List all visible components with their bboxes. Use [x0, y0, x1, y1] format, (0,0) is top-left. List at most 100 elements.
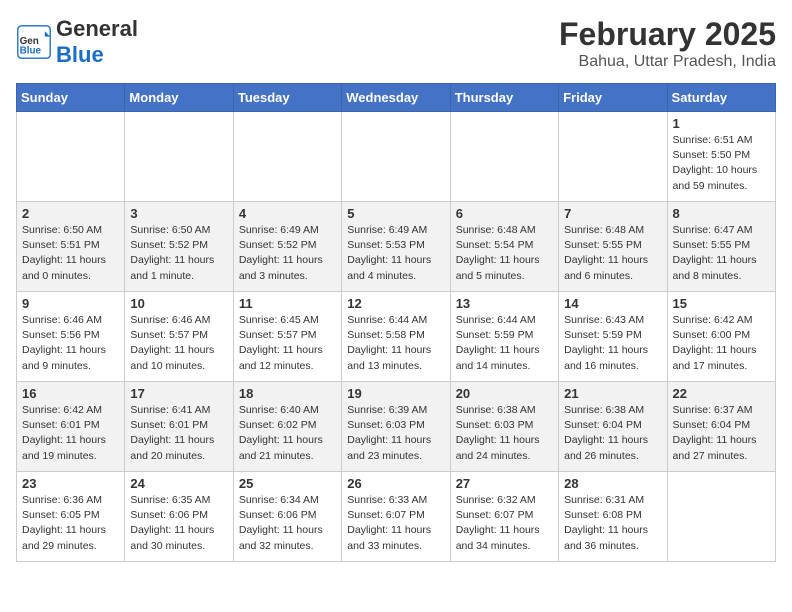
- day-number: 6: [456, 206, 553, 221]
- day-number: 16: [22, 386, 119, 401]
- day-info: Sunrise: 6:32 AM Sunset: 6:07 PM Dayligh…: [456, 493, 553, 554]
- day-cell: [450, 112, 558, 202]
- day-info: Sunrise: 6:35 AM Sunset: 6:06 PM Dayligh…: [130, 493, 227, 554]
- day-number: 19: [347, 386, 444, 401]
- day-cell: 19 Sunrise: 6:39 AM Sunset: 6:03 PM Dayli…: [342, 382, 450, 472]
- day-info: Sunrise: 6:34 AM Sunset: 6:06 PM Dayligh…: [239, 493, 336, 554]
- day-cell: [125, 112, 233, 202]
- month-year: February 2025: [559, 16, 776, 53]
- day-info: Sunrise: 6:36 AM Sunset: 6:05 PM Dayligh…: [22, 493, 119, 554]
- day-number: 21: [564, 386, 661, 401]
- logo: Gen Blue General Blue: [16, 16, 138, 68]
- day-info: Sunrise: 6:48 AM Sunset: 5:55 PM Dayligh…: [564, 223, 661, 284]
- header-row: SundayMondayTuesdayWednesdayThursdayFrid…: [17, 84, 776, 112]
- day-info: Sunrise: 6:44 AM Sunset: 5:59 PM Dayligh…: [456, 313, 553, 374]
- header-thursday: Thursday: [450, 84, 558, 112]
- day-number: 3: [130, 206, 227, 221]
- day-info: Sunrise: 6:43 AM Sunset: 5:59 PM Dayligh…: [564, 313, 661, 374]
- day-cell: [342, 112, 450, 202]
- day-info: Sunrise: 6:44 AM Sunset: 5:58 PM Dayligh…: [347, 313, 444, 374]
- day-cell: 13 Sunrise: 6:44 AM Sunset: 5:59 PM Dayli…: [450, 292, 558, 382]
- day-info: Sunrise: 6:51 AM Sunset: 5:50 PM Dayligh…: [673, 133, 770, 194]
- day-cell: 25 Sunrise: 6:34 AM Sunset: 6:06 PM Dayli…: [233, 472, 341, 562]
- day-info: Sunrise: 6:49 AM Sunset: 5:52 PM Dayligh…: [239, 223, 336, 284]
- calendar-table: SundayMondayTuesdayWednesdayThursdayFrid…: [16, 83, 776, 562]
- day-cell: 3 Sunrise: 6:50 AM Sunset: 5:52 PM Daylig…: [125, 202, 233, 292]
- day-cell: 5 Sunrise: 6:49 AM Sunset: 5:53 PM Daylig…: [342, 202, 450, 292]
- day-number: 18: [239, 386, 336, 401]
- title-area: February 2025 Bahua, Uttar Pradesh, Indi…: [559, 16, 776, 71]
- day-info: Sunrise: 6:47 AM Sunset: 5:55 PM Dayligh…: [673, 223, 770, 284]
- day-cell: 14 Sunrise: 6:43 AM Sunset: 5:59 PM Dayli…: [559, 292, 667, 382]
- day-cell: [559, 112, 667, 202]
- header-saturday: Saturday: [667, 84, 775, 112]
- header-monday: Monday: [125, 84, 233, 112]
- day-cell: 21Sunrise: 6:38 AM Sunset: 6:04 PM Dayli…: [559, 382, 667, 472]
- header-wednesday: Wednesday: [342, 84, 450, 112]
- generalblue-icon: Gen Blue: [16, 24, 52, 60]
- day-info: Sunrise: 6:50 AM Sunset: 5:52 PM Dayligh…: [130, 223, 227, 284]
- day-cell: 9 Sunrise: 6:46 AM Sunset: 5:56 PM Daylig…: [17, 292, 125, 382]
- day-cell: [233, 112, 341, 202]
- header: Gen Blue General Blue February 2025 Bahu…: [16, 16, 776, 71]
- day-number: 15: [673, 296, 770, 311]
- day-cell: 23 Sunrise: 6:36 AM Sunset: 6:05 PM Dayli…: [17, 472, 125, 562]
- logo-blue-text: Blue: [56, 42, 104, 67]
- day-cell: 27Sunrise: 6:32 AM Sunset: 6:07 PM Dayli…: [450, 472, 558, 562]
- day-cell: 4 Sunrise: 6:49 AM Sunset: 5:52 PM Daylig…: [233, 202, 341, 292]
- week-row-2: 9 Sunrise: 6:46 AM Sunset: 5:56 PM Daylig…: [17, 292, 776, 382]
- day-number: 9: [22, 296, 119, 311]
- day-cell: 24Sunrise: 6:35 AM Sunset: 6:06 PM Dayli…: [125, 472, 233, 562]
- day-cell: 16 Sunrise: 6:42 AM Sunset: 6:01 PM Dayli…: [17, 382, 125, 472]
- day-number: 13: [456, 296, 553, 311]
- day-info: Sunrise: 6:48 AM Sunset: 5:54 PM Dayligh…: [456, 223, 553, 284]
- day-cell: 20 Sunrise: 6:38 AM Sunset: 6:03 PM Dayli…: [450, 382, 558, 472]
- day-number: 7: [564, 206, 661, 221]
- day-info: Sunrise: 6:31 AM Sunset: 6:08 PM Dayligh…: [564, 493, 661, 554]
- day-number: 23: [22, 476, 119, 491]
- svg-text:Blue: Blue: [20, 46, 42, 57]
- day-number: 8: [673, 206, 770, 221]
- day-cell: 15 Sunrise: 6:42 AM Sunset: 6:00 PM Dayli…: [667, 292, 775, 382]
- day-info: Sunrise: 6:46 AM Sunset: 5:56 PM Dayligh…: [22, 313, 119, 374]
- day-cell: 18 Sunrise: 6:40 AM Sunset: 6:02 PM Dayli…: [233, 382, 341, 472]
- day-cell: 28 Sunrise: 6:31 AM Sunset: 6:08 PM Dayli…: [559, 472, 667, 562]
- day-number: 14: [564, 296, 661, 311]
- day-cell: 8 Sunrise: 6:47 AM Sunset: 5:55 PM Daylig…: [667, 202, 775, 292]
- day-number: 26: [347, 476, 444, 491]
- day-info: Sunrise: 6:42 AM Sunset: 6:01 PM Dayligh…: [22, 403, 119, 464]
- day-number: 11: [239, 296, 336, 311]
- day-cell: 22Sunrise: 6:37 AM Sunset: 6:04 PM Dayli…: [667, 382, 775, 472]
- week-row-3: 16 Sunrise: 6:42 AM Sunset: 6:01 PM Dayli…: [17, 382, 776, 472]
- logo-general-text: General: [56, 16, 138, 41]
- header-friday: Friday: [559, 84, 667, 112]
- day-info: Sunrise: 6:39 AM Sunset: 6:03 PM Dayligh…: [347, 403, 444, 464]
- day-number: 20: [456, 386, 553, 401]
- day-number: 12: [347, 296, 444, 311]
- day-info: Sunrise: 6:42 AM Sunset: 6:00 PM Dayligh…: [673, 313, 770, 374]
- day-number: 10: [130, 296, 227, 311]
- week-row-4: 23 Sunrise: 6:36 AM Sunset: 6:05 PM Dayli…: [17, 472, 776, 562]
- day-cell: [667, 472, 775, 562]
- day-number: 5: [347, 206, 444, 221]
- day-cell: 26Sunrise: 6:33 AM Sunset: 6:07 PM Dayli…: [342, 472, 450, 562]
- day-cell: 11 Sunrise: 6:45 AM Sunset: 5:57 PM Dayli…: [233, 292, 341, 382]
- day-info: Sunrise: 6:45 AM Sunset: 5:57 PM Dayligh…: [239, 313, 336, 374]
- day-cell: 1 Sunrise: 6:51 AM Sunset: 5:50 PM Daylig…: [667, 112, 775, 202]
- day-number: 4: [239, 206, 336, 221]
- header-sunday: Sunday: [17, 84, 125, 112]
- day-number: 2: [22, 206, 119, 221]
- day-cell: 17Sunrise: 6:41 AM Sunset: 6:01 PM Dayli…: [125, 382, 233, 472]
- day-number: 1: [673, 116, 770, 131]
- day-info: Sunrise: 6:38 AM Sunset: 6:03 PM Dayligh…: [456, 403, 553, 464]
- day-number: 25: [239, 476, 336, 491]
- week-row-0: 1 Sunrise: 6:51 AM Sunset: 5:50 PM Daylig…: [17, 112, 776, 202]
- day-cell: [17, 112, 125, 202]
- day-info: Sunrise: 6:40 AM Sunset: 6:02 PM Dayligh…: [239, 403, 336, 464]
- day-info: Sunrise: 6:49 AM Sunset: 5:53 PM Dayligh…: [347, 223, 444, 284]
- week-row-1: 2Sunrise: 6:50 AM Sunset: 5:51 PM Daylig…: [17, 202, 776, 292]
- day-info: Sunrise: 6:46 AM Sunset: 5:57 PM Dayligh…: [130, 313, 227, 374]
- day-cell: 7 Sunrise: 6:48 AM Sunset: 5:55 PM Daylig…: [559, 202, 667, 292]
- day-number: 28: [564, 476, 661, 491]
- day-number: 17: [130, 386, 227, 401]
